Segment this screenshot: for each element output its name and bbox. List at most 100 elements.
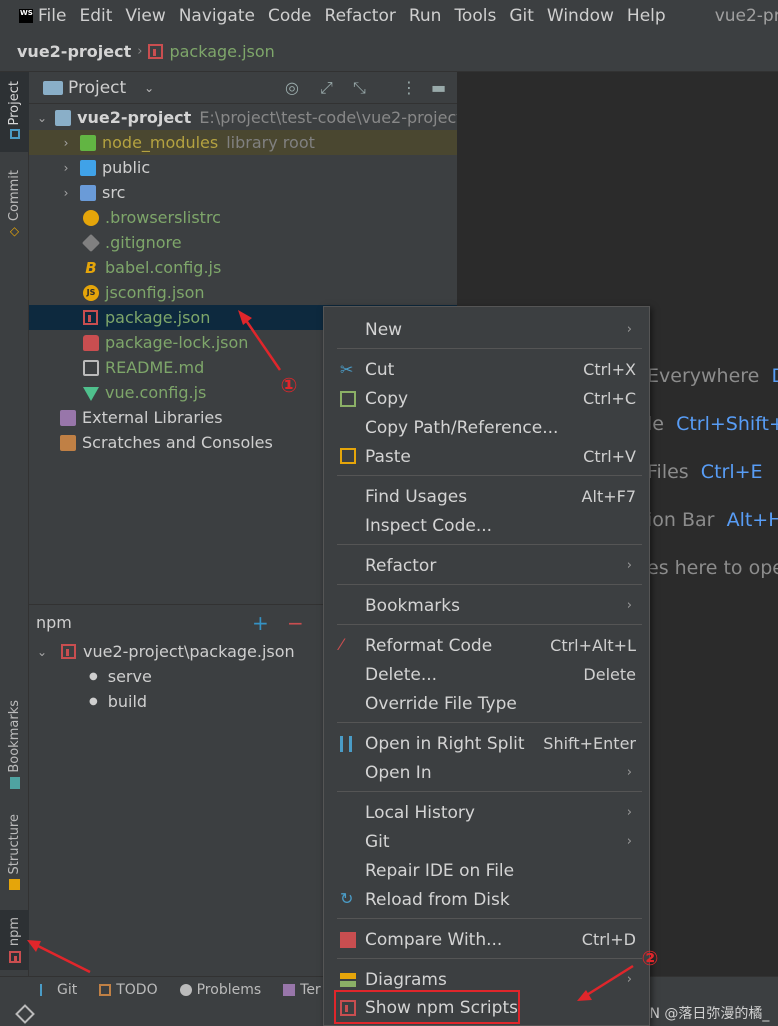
- chevron-right-icon: ›: [626, 322, 632, 337]
- tool-tab-commit[interactable]: Commit ◇: [0, 164, 29, 244]
- terminal-icon: [283, 983, 296, 996]
- navigation-bar: vue2-project › package.json: [0, 32, 778, 72]
- chevron-right-icon[interactable]: ›: [60, 186, 72, 200]
- menu-edit[interactable]: Edit: [79, 6, 112, 26]
- babel-file-icon: B: [85, 258, 97, 277]
- tree-item-babel-config[interactable]: B babel.config.js: [29, 255, 457, 280]
- menu-item-bookmarks[interactable]: Bookmarks ›: [324, 591, 649, 620]
- clipboard-icon: [340, 448, 356, 464]
- menu-item-git[interactable]: Git ›: [324, 827, 649, 856]
- markdown-file-icon: [83, 359, 99, 376]
- menu-item-delete[interactable]: Delete... Delete: [324, 660, 649, 689]
- chevron-down-icon[interactable]: ⌄: [37, 111, 47, 125]
- tool-tab-structure[interactable]: Structure: [0, 807, 29, 897]
- tree-item-public[interactable]: › public: [29, 155, 457, 180]
- bullet-icon: ●: [89, 671, 98, 682]
- diagram-icon: [340, 973, 356, 987]
- menu-item-find-usages[interactable]: Find Usages Alt+F7: [324, 482, 649, 511]
- project-tool-icon: [9, 129, 20, 140]
- expand-all-icon[interactable]: ⤢: [320, 78, 333, 98]
- breadcrumb-project[interactable]: vue2-project: [17, 42, 131, 61]
- layers-icon[interactable]: [15, 1004, 35, 1024]
- annotation-marker-1: ①: [280, 373, 298, 397]
- npm-script-item[interactable]: ● serve: [89, 667, 152, 686]
- menu-item-reload-from-disk[interactable]: ↻ Reload from Disk: [324, 885, 649, 914]
- annotation-marker-2: ②: [641, 946, 659, 970]
- tool-tab-project[interactable]: Project: [0, 72, 29, 152]
- add-icon[interactable]: +: [252, 611, 269, 635]
- npm-root-item[interactable]: ⌄ vue2-project\package.json: [37, 642, 295, 661]
- menu-separator: [337, 791, 642, 792]
- tree-item-node-modules[interactable]: › node_modules library root: [29, 130, 457, 155]
- remove-icon[interactable]: −: [287, 611, 304, 635]
- tool-tab-bookmarks[interactable]: Bookmarks: [0, 697, 29, 792]
- menu-window[interactable]: Window: [547, 6, 614, 26]
- menu-separator: [337, 475, 642, 476]
- chevron-right-icon: ›: [626, 972, 632, 987]
- menu-item-open-right-split[interactable]: Open in Right Split Shift+Enter: [324, 729, 649, 758]
- npm-file-icon: [61, 644, 76, 659]
- chevron-right-icon[interactable]: ›: [60, 136, 72, 150]
- tree-item-browserslistrc[interactable]: .browserslistrc: [29, 205, 457, 230]
- tool-tab-git[interactable]: Git: [40, 982, 77, 998]
- menu-item-refactor[interactable]: Refactor ›: [324, 551, 649, 580]
- tree-item-jsconfig[interactable]: JS jsconfig.json: [29, 280, 457, 305]
- menu-item-compare-with[interactable]: Compare With... Ctrl+D: [324, 925, 649, 954]
- menu-item-local-history[interactable]: Local History ›: [324, 798, 649, 827]
- menu-item-reformat-code[interactable]: ⁄ Reformat Code Ctrl+Alt+L: [324, 631, 649, 660]
- menu-run[interactable]: Run: [409, 6, 442, 26]
- menu-item-open-in[interactable]: Open In ›: [324, 758, 649, 787]
- tool-tab-npm[interactable]: npm: [0, 910, 29, 970]
- chevron-right-icon[interactable]: ›: [60, 161, 72, 175]
- git-file-icon: [81, 233, 101, 252]
- folder-icon: [80, 134, 96, 151]
- root-path: E:\project\test-code\vue2-project: [199, 108, 463, 127]
- npm-script-item[interactable]: ● build: [89, 692, 147, 711]
- options-menu-icon[interactable]: ⋮: [401, 78, 417, 97]
- library-icon: [60, 409, 76, 426]
- tree-item-src[interactable]: › src: [29, 180, 457, 205]
- menu-item-new[interactable]: New ›: [324, 315, 649, 344]
- menu-refactor[interactable]: Refactor: [325, 6, 396, 26]
- tool-tab-problems[interactable]: Problems: [179, 982, 261, 998]
- project-title[interactable]: Project: [68, 78, 126, 98]
- menu-view[interactable]: View: [125, 6, 165, 26]
- breadcrumb-file[interactable]: package.json: [169, 42, 274, 61]
- chevron-right-icon: ›: [626, 765, 632, 780]
- git-branch-icon: [40, 983, 52, 996]
- menu-item-cut[interactable]: ✂ Cut Ctrl+X: [324, 355, 649, 384]
- hide-icon[interactable]: ▬: [431, 78, 446, 97]
- locate-icon[interactable]: ◎: [285, 78, 299, 97]
- window-title: vue2-proje: [714, 6, 778, 26]
- menu-item-copy-path[interactable]: Copy Path/Reference...: [324, 413, 649, 442]
- left-tool-strip: Project Commit ◇ Bookmarks Structure npm: [0, 72, 29, 976]
- highlight-box: [334, 990, 520, 1024]
- chevron-down-icon[interactable]: ⌄: [144, 81, 154, 95]
- breadcrumb-separator: ›: [137, 44, 143, 59]
- menu-tools[interactable]: Tools: [454, 6, 496, 26]
- menu-item-inspect-code[interactable]: Inspect Code...: [324, 511, 649, 540]
- collapse-all-icon[interactable]: ⤡: [353, 78, 366, 98]
- menu-item-repair-ide[interactable]: Repair IDE on File: [324, 856, 649, 885]
- menu-item-override-file-type[interactable]: Override File Type: [324, 689, 649, 718]
- menu-navigate[interactable]: Navigate: [179, 6, 255, 26]
- menu-item-copy[interactable]: Copy Ctrl+C: [324, 384, 649, 413]
- tree-item-gitignore[interactable]: .gitignore: [29, 230, 457, 255]
- npm-tool-window: npm + − ⌄ vue2-project\package.json ● se…: [29, 604, 329, 976]
- menu-file[interactable]: File: [38, 6, 66, 26]
- reload-icon: ↻: [340, 889, 354, 908]
- hint-search-everywhere: Everywhere D: [647, 365, 778, 387]
- scissors-icon: ✂: [340, 360, 354, 379]
- menu-git[interactable]: Git: [509, 6, 534, 26]
- menu-item-paste[interactable]: Paste Ctrl+V: [324, 442, 649, 471]
- menu-code[interactable]: Code: [268, 6, 312, 26]
- tool-tab-todo[interactable]: TODO: [99, 982, 158, 998]
- split-icon: [340, 736, 352, 752]
- problems-icon: [179, 983, 192, 996]
- tree-item-root[interactable]: ⌄ vue2-project E:\project\test-code\vue2…: [29, 105, 463, 130]
- tool-tab-terminal[interactable]: Ter: [283, 982, 321, 998]
- chevron-down-icon[interactable]: ⌄: [37, 645, 49, 659]
- menu-help[interactable]: Help: [627, 6, 666, 26]
- reformat-icon: ⁄: [340, 635, 343, 654]
- npm-panel-title: npm: [36, 613, 72, 632]
